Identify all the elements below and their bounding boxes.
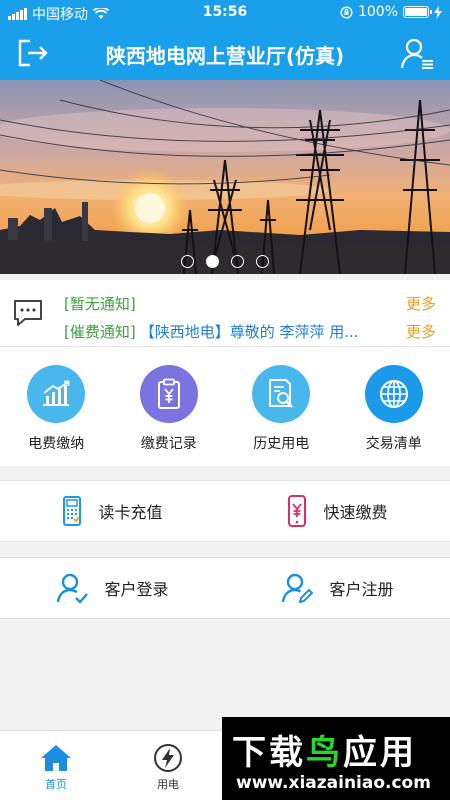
page-title: 陕西地电网上营业厅(仿真)	[105, 44, 345, 68]
grid-label: 交易清单	[365, 436, 422, 452]
watermark-title-a: 下载	[232, 733, 306, 773]
nav-bar: 陕西地电网上营业厅(仿真)	[0, 26, 450, 80]
quick-pay-button[interactable]: 快速缴费	[225, 481, 450, 541]
grid-item-payment-records[interactable]: 缴费记录	[113, 347, 226, 466]
tab-electricity[interactable]: 用电	[112, 731, 224, 800]
grid-item-pay-bill[interactable]: 电费缴纳	[0, 347, 113, 466]
grid-label: 电费缴纳	[28, 436, 85, 452]
battery-icon	[403, 6, 432, 18]
carousel-dot[interactable]	[181, 255, 194, 268]
row-label: 快速缴费	[323, 503, 388, 522]
tab-label: 首页	[45, 778, 67, 791]
chart-up-icon	[27, 365, 86, 423]
receipt-yen-icon	[139, 365, 198, 423]
banner-carousel[interactable]	[0, 80, 450, 274]
more-link[interactable]: 更多	[406, 293, 436, 314]
tab-home[interactable]: 首页	[0, 731, 112, 800]
account-row: 客户登录 客户注册	[0, 557, 450, 619]
notice-tag: [催费通知]	[64, 322, 136, 341]
read-card-recharge-button[interactable]: 读卡充值	[0, 481, 225, 541]
row-label: 客户登录	[104, 580, 169, 599]
tab-label: 用电	[157, 778, 179, 791]
customer-register-button[interactable]: 客户注册	[225, 558, 450, 618]
user-check-icon	[57, 573, 89, 604]
more-link[interactable]: 更多	[406, 321, 436, 342]
grid-label: 历史用电	[253, 436, 310, 452]
watermark-url: www.xiazainiao.com	[236, 773, 431, 793]
action-row: 读卡充值 快速缴费	[0, 480, 450, 542]
row-label: 客户注册	[329, 580, 394, 599]
customer-login-button[interactable]: 客户登录	[0, 558, 225, 618]
notice-panel: [暂无通知] 更多 [催费通知] 【陕西地电】尊敬的 李萍萍 用... 更多	[0, 280, 450, 346]
banner-image	[0, 80, 450, 274]
message-icon	[14, 300, 42, 326]
watermark: 下载鸟应用 www.xiazainiao.com	[222, 717, 450, 800]
grid-item-transactions[interactable]: 交易清单	[338, 347, 450, 466]
card-reader-icon	[63, 496, 82, 526]
lightning-icon	[154, 744, 182, 772]
function-grid: 电费缴纳 缴费记录 历史用电 交易清单	[0, 346, 450, 466]
carousel-dot[interactable]	[231, 255, 244, 268]
status-bar: 中国移动 15:56 100%	[0, 0, 450, 26]
grid-item-history[interactable]: 历史用电	[225, 347, 338, 466]
watermark-title-c: 应用	[343, 733, 417, 773]
charging-icon	[434, 5, 442, 19]
logout-icon[interactable]	[16, 38, 50, 68]
orientation-lock-icon	[340, 5, 353, 19]
notice-item[interactable]: [催费通知] 【陕西地电】尊敬的 李萍萍 用... 更多	[64, 320, 436, 342]
watermark-title: 下载鸟应用	[232, 725, 417, 774]
document-search-icon	[252, 365, 311, 423]
globe-icon	[364, 365, 423, 423]
watermark-title-b: 鸟	[306, 733, 343, 773]
notice-tag: [暂无通知]	[64, 294, 136, 313]
notice-item[interactable]: [暂无通知] 更多	[64, 292, 436, 314]
notice-text: 【陕西地电】尊敬的 李萍萍 用...	[139, 322, 359, 341]
home-icon	[41, 745, 71, 771]
grid-label: 缴费记录	[140, 436, 197, 452]
user-edit-icon	[282, 573, 314, 604]
carousel-indicators	[0, 255, 450, 268]
row-label: 读卡充值	[98, 503, 163, 522]
user-menu-icon[interactable]	[400, 36, 434, 70]
battery-percent: 100%	[357, 4, 398, 20]
phone-yen-icon	[288, 495, 307, 527]
carousel-dot-active[interactable]	[206, 255, 219, 268]
carousel-dot[interactable]	[256, 255, 269, 268]
